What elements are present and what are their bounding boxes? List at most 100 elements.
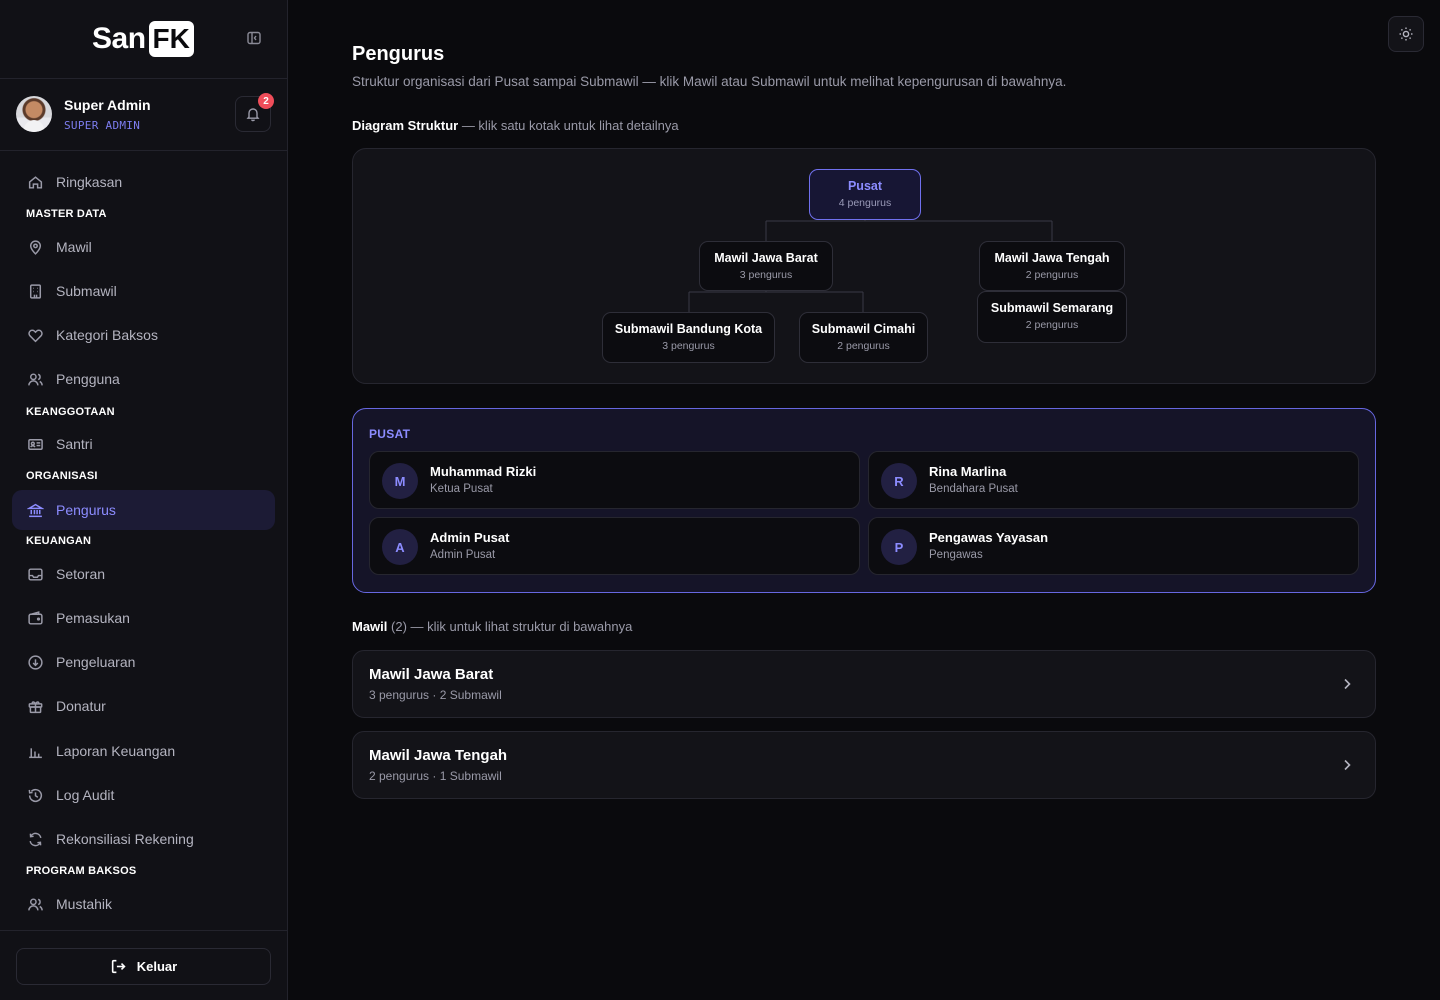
logo-text-san: San	[92, 22, 146, 55]
sidebar-item-kategori-baksos[interactable]: Kategori Baksos	[12, 315, 275, 355]
member-role: Admin Pusat	[430, 549, 496, 561]
sidebar-item-pengguna[interactable]: Pengguna	[12, 359, 275, 399]
history-icon	[26, 786, 44, 804]
users-icon	[26, 370, 44, 388]
sidebar-item-santri[interactable]: Santri	[12, 424, 275, 464]
bell-icon	[246, 108, 260, 122]
sidebar-item-pengurus[interactable]: Pengurus	[12, 490, 275, 530]
node-submawil-bandung-kota[interactable]: Submawil Bandung Kota 3 pengurus	[602, 312, 775, 363]
sidebar-item-mustahik[interactable]: Mustahik	[12, 884, 275, 924]
gift-icon	[26, 697, 44, 715]
member-avatar: P	[881, 529, 917, 565]
landmark-icon	[26, 501, 44, 519]
arrow-down-circle-icon	[26, 653, 44, 671]
mawil-meta: 3 pengurus · 2 Submawil	[369, 688, 502, 702]
home-icon	[26, 173, 44, 191]
sidebar: San FK Super Admin SUPER ADMIN 2 Ringkas…	[0, 0, 288, 1000]
page-subtitle: Struktur organisasi dari Pusat sampai Su…	[352, 74, 1067, 89]
member-role: Ketua Pusat	[430, 483, 493, 495]
logo[interactable]: San FK	[92, 21, 194, 57]
mawil-label-bold: Mawil	[352, 619, 388, 634]
member-role: Pengawas	[929, 549, 983, 561]
sidebar-item-mawil[interactable]: Mawil	[12, 227, 275, 267]
node-count: 3 pengurus	[662, 340, 715, 352]
member-card[interactable]: A Admin Pusat Admin Pusat	[369, 517, 860, 575]
sidebar-toggle-icon	[247, 31, 261, 45]
sidebar-item-ringkasan[interactable]: Ringkasan	[12, 162, 275, 202]
sidebar-item-setoran[interactable]: Setoran	[12, 554, 275, 594]
users-icon	[26, 895, 44, 913]
sidebar-item-label: Rekonsiliasi Rekening	[56, 831, 194, 847]
node-count: 4 pengurus	[838, 197, 892, 209]
sidebar-item-label: Setoran	[56, 566, 106, 582]
sun-icon	[1399, 27, 1413, 41]
mawil-meta: 2 pengurus · 1 Submawil	[369, 769, 502, 783]
node-pusat[interactable]: Pusat 4 pengurus	[809, 169, 921, 220]
node-title: Submawil Bandung Kota	[614, 322, 763, 336]
node-count: 2 pengurus	[1025, 269, 1079, 281]
mawil-row-jawa-tengah[interactable]: Mawil Jawa Tengah 2 pengurus · 1 Submawi…	[352, 731, 1376, 799]
building-icon	[26, 282, 44, 300]
notification-badge: 2	[258, 93, 274, 109]
node-submawil-cimahi[interactable]: Submawil Cimahi 2 pengurus	[799, 312, 928, 363]
collapse-sidebar-button[interactable]	[246, 30, 266, 48]
sidebar-item-laporan-keuangan[interactable]: Laporan Keuangan	[12, 731, 275, 771]
node-mawil-jawa-barat[interactable]: Mawil Jawa Barat 3 pengurus	[699, 241, 833, 291]
mawil-label-count: (2)	[387, 619, 407, 634]
member-name: Pengawas Yayasan	[929, 530, 1049, 545]
member-card[interactable]: P Pengawas Yayasan Pengawas	[868, 517, 1359, 575]
profile-section: Super Admin SUPER ADMIN	[0, 79, 287, 151]
map-pin-icon	[26, 238, 44, 256]
node-submawil-semarang[interactable]: Submawil Semarang 2 pengurus	[977, 291, 1127, 343]
avatar[interactable]	[16, 96, 52, 132]
sidebar-item-log-audit[interactable]: Log Audit	[12, 775, 275, 815]
mawil-title: Mawil Jawa Tengah	[369, 747, 508, 764]
wallet-icon	[26, 609, 44, 627]
sidebar-item-pemasukan[interactable]: Pemasukan	[12, 598, 275, 638]
sidebar-item-donatur[interactable]: Donatur	[12, 686, 275, 726]
node-title: Submawil Cimahi	[811, 322, 916, 336]
pusat-detail-card: PUSAT M Muhammad Rizki Ketua Pusat R Rin…	[352, 408, 1376, 593]
theme-toggle-button[interactable]	[1388, 16, 1424, 52]
logout-icon	[110, 958, 127, 975]
sidebar-item-label: Mawil	[56, 239, 92, 255]
sidebar-item-label: Laporan Keuangan	[56, 743, 176, 759]
sidebar-item-label: Submawil	[56, 283, 117, 299]
nav-section-organisasi: ORGANISASI	[26, 470, 98, 482]
member-name: Admin Pusat	[430, 530, 510, 545]
member-avatar: A	[382, 529, 418, 565]
sidebar-item-label: Pengurus	[56, 502, 116, 518]
sidebar-item-label: Pemasukan	[56, 610, 130, 626]
sidebar-item-rekonsiliasi-rekening[interactable]: Rekonsiliasi Rekening	[12, 819, 275, 859]
sidebar-item-pengeluaran[interactable]: Pengeluaran	[12, 642, 275, 682]
member-avatar: R	[881, 463, 917, 499]
logout-button[interactable]: Keluar	[16, 948, 271, 985]
node-title: Pusat	[847, 179, 883, 193]
sidebar-item-label: Kategori Baksos	[56, 327, 158, 343]
heart-icon	[26, 326, 44, 344]
sidebar-item-label: Log Audit	[56, 787, 115, 803]
nav-section-master-data: MASTER DATA	[26, 208, 107, 220]
page-title: Pengurus	[352, 43, 445, 65]
profile-name: Super Admin	[64, 97, 151, 113]
member-card[interactable]: M Muhammad Rizki Ketua Pusat	[369, 451, 860, 509]
mawil-row-jawa-barat[interactable]: Mawil Jawa Barat 3 pengurus · 2 Submawil	[352, 650, 1376, 718]
pusat-label: PUSAT	[369, 427, 411, 441]
sidebar-item-label: Donatur	[56, 698, 106, 714]
member-card[interactable]: R Rina Marlina Bendahara Pusat	[868, 451, 1359, 509]
logo-text-fk: FK	[148, 21, 194, 57]
node-count: 2 pengurus	[837, 340, 890, 352]
sidebar-item-label: Santri	[56, 436, 93, 452]
member-avatar: M	[382, 463, 418, 499]
member-name: Muhammad Rizki	[430, 464, 537, 479]
diagram-label-bold: Diagram Struktur	[352, 118, 459, 133]
sidebar-item-label: Mustahik	[56, 896, 113, 912]
node-title: Submawil Semarang	[990, 301, 1114, 315]
mawil-title: Mawil Jawa Barat	[369, 666, 494, 683]
node-mawil-jawa-tengah[interactable]: Mawil Jawa Tengah 2 pengurus	[979, 241, 1125, 291]
sidebar-item-submawil[interactable]: Submawil	[12, 271, 275, 311]
sidebar-item-label: Ringkasan	[56, 174, 123, 190]
bar-chart-icon	[26, 742, 44, 760]
member-role: Bendahara Pusat	[929, 483, 1018, 495]
nav-section-keanggotaan: KEANGGOTAAN	[26, 406, 115, 418]
